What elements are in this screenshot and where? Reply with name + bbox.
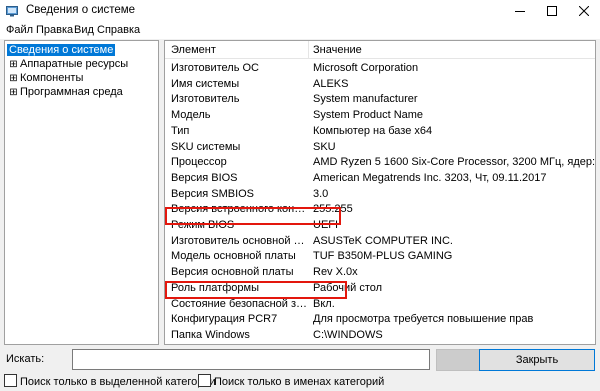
table-row[interactable]: Роль платформы Рабочий стол (165, 280, 595, 296)
tree-item-label: Программная среда (20, 86, 123, 98)
table-row[interactable]: Модель System Product Name (165, 107, 595, 123)
menu-view[interactable]: Вид (74, 24, 94, 36)
minimize-button[interactable] (504, 0, 536, 22)
checkbox-search-category-names[interactable]: Поиск только в именах категорий (198, 374, 384, 388)
expand-icon[interactable]: ⊞ (9, 72, 18, 86)
menu-edit[interactable]: Правка (36, 24, 73, 36)
column-header-value[interactable]: Значение (313, 44, 362, 56)
row-value: Компьютер на базе x64 (313, 124, 433, 137)
table-row[interactable]: Имя системы ALEKS (165, 76, 595, 92)
details-list[interactable]: Элемент Значение Изготовитель ОС Microsof… (164, 40, 596, 345)
column-header-item[interactable]: Элемент (171, 44, 216, 56)
tree-item-hardware-resources[interactable]: ⊞ Аппаратные ресурсы (9, 57, 128, 71)
table-row[interactable]: Модель основной платы TUF B350M-PLUS GAMI… (165, 248, 595, 264)
tree-item-label: Аппаратные ресурсы (20, 58, 129, 70)
close-button[interactable]: Закрыть (479, 349, 595, 371)
row-key: Версия BIOS (171, 171, 238, 184)
row-value: Rev X.0x (313, 266, 358, 279)
row-key: Изготовитель основной платы (171, 234, 308, 247)
row-key: Версия встроенного контролл... (171, 203, 308, 216)
table-row[interactable]: Версия встроенного контролл... 255.255 (165, 201, 595, 217)
row-value: C:\WINDOWS\system32 (313, 343, 595, 344)
window-title: Сведения о системе (26, 4, 136, 16)
menu-file[interactable]: Файл (6, 24, 33, 36)
row-value: ASUSTeK COMPUTER INC. (313, 234, 453, 247)
list-header: Элемент Значение (165, 41, 595, 59)
search-input[interactable] (72, 349, 430, 370)
column-divider[interactable] (308, 41, 309, 58)
row-key: Версия основной платы (171, 266, 294, 279)
table-row[interactable]: Версия SMBIOS 3.0 (165, 186, 595, 202)
table-row[interactable]: Папка Windows C:\WINDOWS (165, 327, 595, 343)
row-key: Режим BIOS (171, 219, 235, 231)
tree-item-system-summary[interactable]: Сведения о системе (7, 43, 116, 57)
table-row[interactable]: Изготовитель основной платы ASUSTeK COMPU… (165, 233, 595, 249)
title-bar: Сведения о системе (0, 0, 600, 22)
row-key: Папка Windows (171, 328, 250, 341)
tree-item-label: Сведения о системе (7, 44, 116, 56)
tree-item-components[interactable]: ⊞ Компоненты (9, 71, 83, 85)
row-value: TUF B350M-PLUS GAMING (313, 250, 453, 263)
checkbox-search-selected-category[interactable]: Поиск только в выделенной категории (4, 374, 216, 388)
row-key: Изготовитель ОС (171, 62, 259, 74)
row-key: Роль платформы (171, 281, 259, 294)
checkbox-label: Поиск только в именах категорий (214, 376, 385, 388)
row-key: Имя системы (171, 77, 240, 90)
row-key: Модель (171, 109, 211, 122)
table-row[interactable]: Конфигурация PCR7 Для просмотра требуется… (165, 311, 595, 327)
expand-icon[interactable]: ⊞ (9, 58, 18, 72)
search-label: Искать: (6, 353, 45, 365)
row-value: 255.255 (313, 203, 353, 216)
checkbox-box[interactable] (198, 374, 211, 387)
row-value: System Product Name (313, 109, 424, 122)
row-value: AMD Ryzen 5 1600 Six-Core Processor, 320… (313, 156, 596, 169)
system-info-icon (6, 6, 18, 17)
minimize-icon (515, 11, 525, 12)
close-window-button[interactable] (568, 0, 600, 22)
row-key: Версия SMBIOS (171, 187, 255, 200)
category-tree[interactable]: Сведения о системе ⊞ Аппаратные ресурсы ⊞… (4, 40, 159, 345)
row-key: Состояние безопасной загруз... (171, 297, 308, 310)
row-value: 3.0 (313, 187, 329, 200)
close-icon (579, 6, 589, 16)
checkbox-box[interactable] (4, 374, 17, 387)
tree-item-label: Компоненты (20, 72, 84, 84)
table-row[interactable]: Процессор AMD Ryzen 5 1600 Six-Core Proce… (165, 154, 596, 170)
table-row[interactable]: Версия BIOS American Megatrends Inc. 3203… (165, 170, 595, 186)
table-row[interactable]: Системная папка C:\WINDOWS\system32 (165, 343, 595, 344)
row-key: Системная папка (171, 343, 308, 344)
row-key: Конфигурация PCR7 (171, 313, 278, 326)
maximize-icon (547, 6, 557, 16)
row-value: Для просмотра требуется повышение прав (313, 313, 534, 326)
row-key: Изготовитель (171, 93, 240, 106)
row-value: Вкл. (313, 297, 335, 310)
row-key: SKU системы (171, 140, 241, 153)
row-value: SKU (313, 140, 336, 153)
table-row[interactable]: Версия основной платы Rev X.0x (165, 264, 595, 280)
row-key: Модель основной платы (171, 250, 296, 263)
table-row[interactable]: SKU системы SKU (165, 139, 595, 155)
row-key: Тип (171, 124, 190, 137)
maximize-button[interactable] (536, 0, 568, 22)
row-key: Процессор (171, 156, 227, 169)
table-row[interactable]: Режим BIOS UEFI (165, 217, 595, 233)
tree-item-software-environment[interactable]: ⊞ Программная среда (9, 85, 123, 100)
expand-icon[interactable]: ⊞ (9, 86, 18, 100)
menu-help[interactable]: Справка (97, 24, 140, 36)
row-value: System manufacturer (313, 93, 418, 106)
menu-bar: Файл Правка Вид Справка (0, 22, 600, 39)
row-value: UEFI (313, 219, 339, 231)
row-value: ALEKS (313, 77, 349, 90)
checkbox-label: Поиск только в выделенной категории (20, 376, 216, 388)
table-row[interactable]: Изготовитель System manufacturer (165, 91, 595, 107)
row-value: Microsoft Corporation (313, 62, 419, 74)
row-value: C:\WINDOWS (313, 328, 383, 341)
row-value: Рабочий стол (313, 281, 383, 294)
table-row[interactable]: Изготовитель ОС Microsoft Corporation (165, 60, 595, 76)
table-row[interactable]: Тип Компьютер на базе x64 (165, 123, 595, 139)
row-value: American Megatrends Inc. 3203, Чт, 09.11… (313, 171, 547, 184)
table-row[interactable]: Состояние безопасной загруз... Вкл. (165, 296, 595, 312)
